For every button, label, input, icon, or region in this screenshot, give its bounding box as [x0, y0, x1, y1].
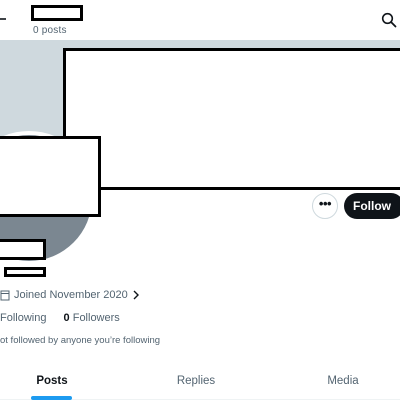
profile-tabs: Posts Replies Media: [0, 361, 400, 400]
following-label: Following: [0, 312, 47, 324]
following-link[interactable]: Following: [0, 312, 46, 324]
tab-replies[interactable]: Replies: [133, 361, 259, 400]
banner-redaction: [63, 48, 400, 190]
followers-label: Followers: [72, 312, 120, 324]
followers-link[interactable]: 0 Followers: [64, 312, 120, 324]
active-tab-indicator: [31, 396, 72, 400]
header-name-redaction: [31, 5, 83, 21]
chevron-right-icon[interactable]: [132, 290, 140, 300]
profile-page: 0 posts ••• Follow Joined November 2020 …: [0, 0, 400, 400]
profile-header: 0 posts: [0, 0, 400, 40]
followers-count: 0: [63, 312, 70, 324]
handle-redaction: [4, 267, 46, 277]
more-icon: •••: [318, 196, 332, 211]
arrow-left-icon[interactable]: [0, 12, 14, 26]
joined-date-row: Joined November 2020: [0, 288, 140, 302]
more-options-button[interactable]: •••: [312, 193, 338, 219]
joined-date: Joined November 2020: [14, 289, 128, 301]
avatar-redaction: [0, 136, 101, 217]
tab-posts[interactable]: Posts: [0, 361, 104, 400]
follow-button[interactable]: Follow: [344, 193, 400, 219]
calendar-icon: [0, 290, 10, 301]
followers-you-know-note: ot followed by anyone you’re following: [0, 335, 161, 346]
tab-media[interactable]: Media: [300, 361, 386, 400]
display-name-redaction: [0, 239, 46, 260]
follow-stats: Following 0 Followers: [0, 312, 120, 326]
posts-count: 0 posts: [33, 25, 67, 36]
search-icon[interactable]: [381, 12, 397, 28]
